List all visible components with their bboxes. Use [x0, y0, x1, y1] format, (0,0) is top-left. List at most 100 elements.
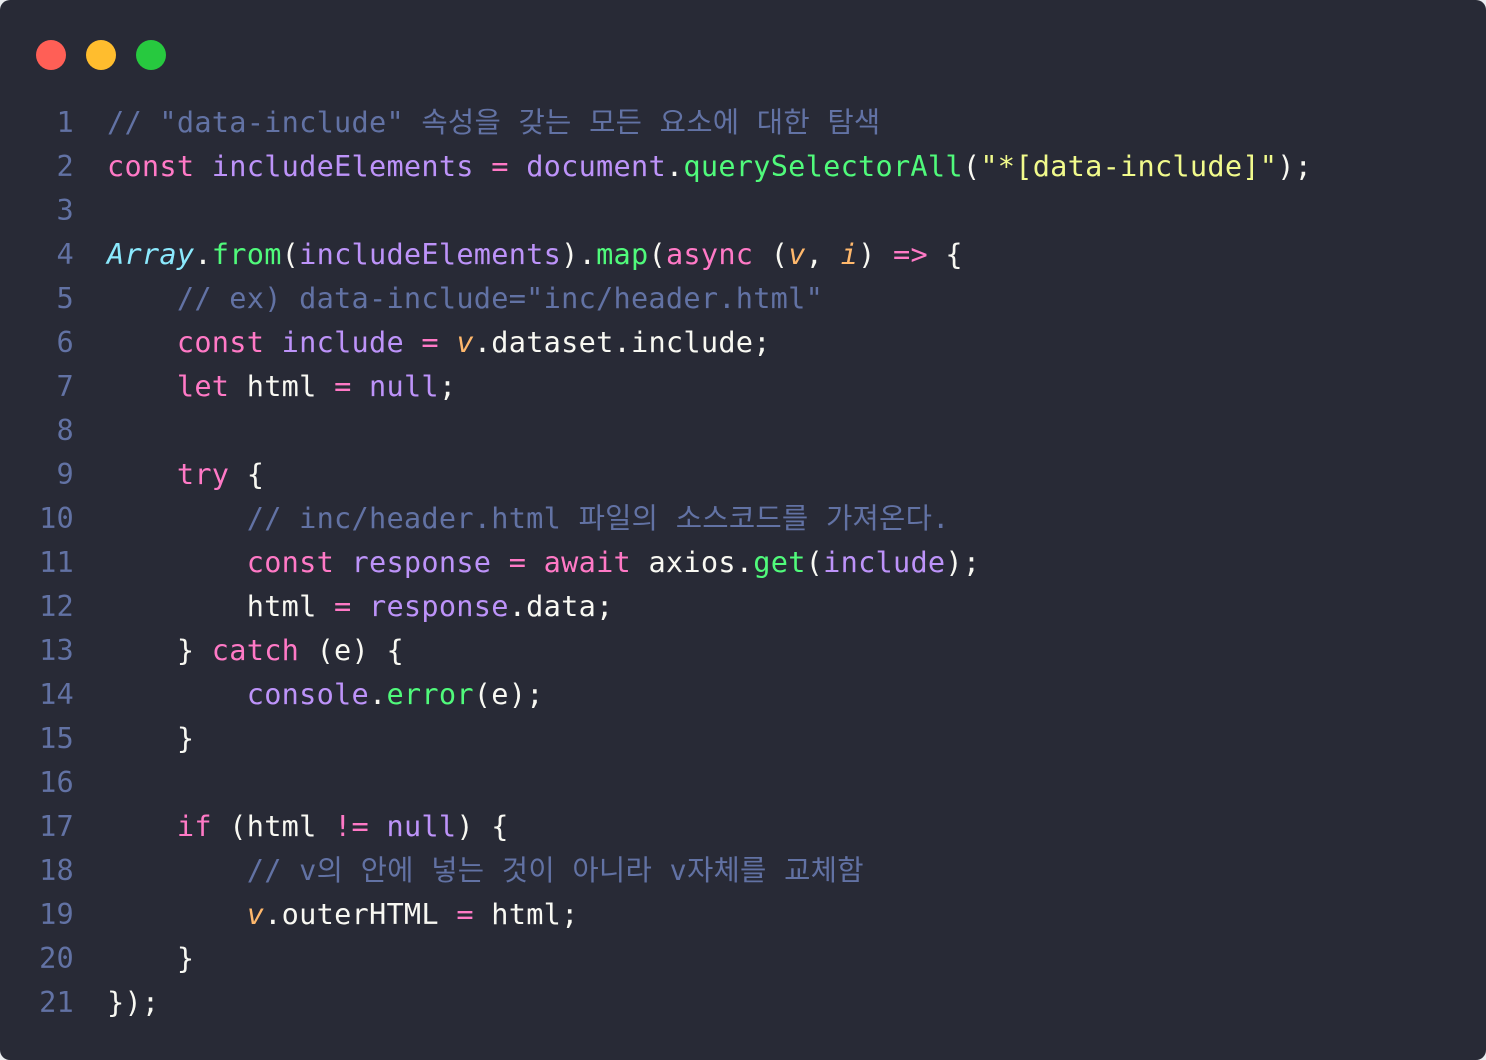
code-token: = — [508, 545, 527, 579]
code-token: null — [369, 369, 439, 403]
line-number: 21 — [39, 985, 74, 1019]
code-token: (e) { — [299, 633, 404, 667]
line-source: }); — [107, 980, 159, 1024]
line-source: // ex) data-include="inc/header.html" — [107, 276, 823, 320]
code-line: 16 — [0, 760, 1486, 804]
code-token: = — [421, 325, 439, 359]
code-token: ( — [281, 237, 300, 271]
close-icon[interactable] — [36, 40, 66, 70]
code-line: 15 } — [0, 716, 1486, 760]
code-line: 14 console.error(e); — [0, 672, 1486, 716]
code-token: html — [107, 589, 335, 623]
code-line: 7 let html = null; — [0, 364, 1486, 408]
line-source: // "data-include" 속성을 갖는 모든 요소에 대한 탐색 — [107, 100, 880, 144]
code-token: html — [229, 369, 335, 403]
code-token: null — [386, 809, 457, 843]
line-number: 6 — [56, 325, 74, 359]
code-token: include — [823, 545, 946, 579]
code-token: { — [927, 237, 963, 271]
line-number: 16 — [39, 765, 74, 799]
code-token: . — [194, 237, 212, 271]
code-line: 2 const includeElements = document.queryS… — [0, 144, 1486, 188]
code-line: 21}); — [0, 980, 1486, 1024]
code-token: ) — [858, 237, 894, 271]
code-token: != — [334, 809, 370, 843]
minimize-icon[interactable] — [86, 40, 116, 70]
line-source: console.error(e); — [107, 672, 544, 716]
code-token: (html — [211, 809, 335, 843]
code-token: v — [246, 897, 265, 931]
code-line: 5 // ex) data-include="inc/header.html" — [0, 276, 1486, 320]
code-token: . — [369, 677, 387, 711]
code-token: error — [386, 677, 474, 711]
code-token: ); — [945, 545, 981, 579]
code-token: await — [543, 545, 631, 579]
code-window: 1// "data-include" 속성을 갖는 모든 요소에 대한 탐색 2 c… — [0, 0, 1486, 1060]
code-token: . — [665, 149, 684, 183]
code-token: .outerHTML — [264, 897, 457, 931]
code-token: } — [107, 721, 195, 755]
code-token: map — [596, 237, 649, 271]
code-token: includeElements — [299, 237, 562, 271]
code-token: v — [788, 237, 806, 271]
code-token: v — [456, 325, 474, 359]
code-token: include — [281, 325, 404, 359]
code-line: 10 // inc/header.html 파일의 소스코드를 가져온다. — [0, 496, 1486, 540]
code-token: querySelectorAll — [683, 149, 963, 183]
code-token: = — [334, 589, 352, 623]
code-token: ) { — [456, 809, 509, 843]
code-token: .dataset.include; — [473, 325, 771, 359]
code-token: "*[data-include]" — [980, 149, 1278, 183]
maximize-icon[interactable] — [136, 40, 166, 70]
line-source: const includeElements = document.querySe… — [107, 144, 1312, 188]
code-token: => — [893, 237, 928, 271]
code-token: ); — [1277, 149, 1313, 183]
code-token: Array — [107, 237, 195, 271]
code-token: response — [351, 545, 492, 579]
line-source: } catch (e) { — [107, 628, 404, 672]
code-token: async — [665, 237, 754, 271]
code-token: // ex) data-include="inc/header.html" — [176, 281, 824, 315]
line-source: const response = await axios.get(include… — [107, 540, 980, 584]
code-token: catch — [211, 633, 300, 667]
code-token: includeElements — [211, 149, 474, 183]
code-token: html; — [473, 897, 579, 931]
code-token: { — [229, 457, 265, 491]
line-number: 2 — [56, 149, 74, 183]
line-source: if (html != null) { — [107, 804, 509, 848]
line-number: 4 — [56, 237, 74, 271]
code-token: .data; — [508, 589, 614, 623]
line-number: 10 — [39, 501, 74, 535]
line-number: 12 — [39, 589, 74, 623]
line-source: html = response.data; — [107, 584, 614, 628]
line-source: try { — [107, 452, 264, 496]
code-block: 1// "data-include" 속성을 갖는 모든 요소에 대한 탐색 2 c… — [0, 100, 1486, 1024]
code-token: }); — [107, 985, 160, 1019]
code-token: from — [211, 237, 282, 271]
line-number: 5 — [56, 281, 74, 315]
code-token: // "data-include" 속성을 갖는 모든 요소에 대한 탐색 — [107, 105, 881, 139]
code-token: try — [176, 457, 230, 491]
code-token: const — [107, 149, 195, 183]
code-token: let — [176, 369, 230, 403]
line-number: 17 — [39, 809, 74, 843]
code-line: 18 // v의 안에 넣는 것이 아니라 v자체를 교체함 — [0, 848, 1486, 892]
line-number: 3 — [56, 193, 74, 227]
code-token: response — [368, 589, 509, 623]
code-token: (e); — [473, 677, 544, 711]
code-token: = — [334, 369, 352, 403]
